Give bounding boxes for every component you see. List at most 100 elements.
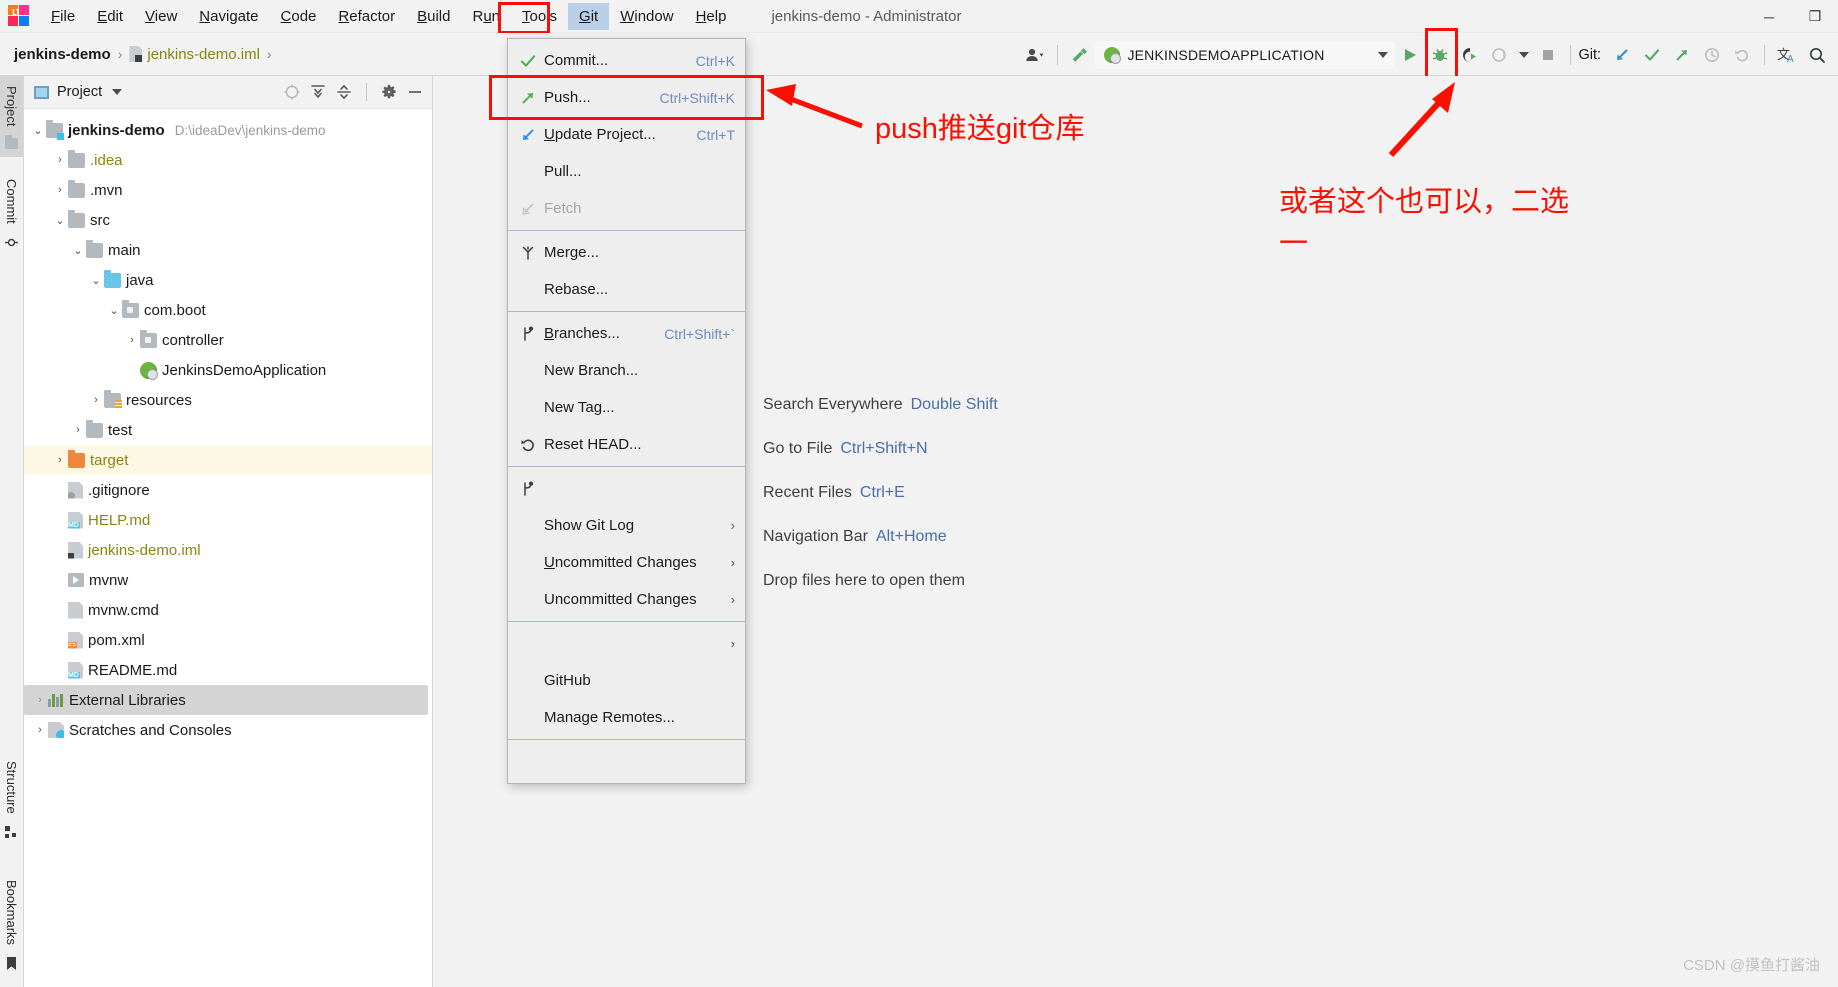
gear-icon[interactable] xyxy=(378,81,400,103)
chevron-right-icon[interactable]: › xyxy=(88,394,104,406)
menu-item-show-git-log[interactable] xyxy=(508,470,745,507)
tree-node-target[interactable]: › target xyxy=(24,445,432,475)
menu-run[interactable]: Run xyxy=(461,3,511,30)
menu-file[interactable]: File xyxy=(40,3,86,30)
chevron-down-icon[interactable] xyxy=(1378,51,1389,58)
menu-item-patch[interactable]: Show Git Log › xyxy=(508,507,745,544)
tree-node-com-boot[interactable]: ⌄ com.boot xyxy=(24,295,432,325)
tree-node-external-libraries[interactable]: › External Libraries xyxy=(24,685,428,715)
tree-node-mvn[interactable]: › .mvn xyxy=(24,175,432,205)
run-with-coverage-button[interactable] xyxy=(1455,40,1485,70)
menu-item-uncommitted-changes[interactable]: Uncommitted Changes › xyxy=(508,544,745,581)
tree-node-scratches-and-consoles[interactable]: › Scratches and Consoles xyxy=(24,715,432,745)
minimize-button[interactable]: ─ xyxy=(1746,0,1792,33)
project-view-chevron-down-icon[interactable] xyxy=(112,89,123,95)
tree-node-mvnw-cmd[interactable]: › mvnw.cmd xyxy=(24,595,432,625)
sidebar-item-structure[interactable]: Structure xyxy=(0,753,23,847)
maximize-button[interactable]: ❐ xyxy=(1792,0,1838,33)
menu-build[interactable]: Build xyxy=(406,3,461,30)
menu-item-new-tag[interactable]: New Tag... xyxy=(508,389,745,426)
chevron-right-icon[interactable]: › xyxy=(52,154,68,166)
git-commit-icon[interactable] xyxy=(1637,40,1667,70)
menu-item-push[interactable]: Push... Ctrl+Shift+K xyxy=(508,79,745,116)
tree-node-src[interactable]: ⌄ src xyxy=(24,205,432,235)
translate-icon[interactable]: 文 A xyxy=(1772,40,1802,70)
chevron-placeholder: › xyxy=(52,514,68,526)
sidebar-item-bookmarks[interactable]: Bookmarks xyxy=(0,872,23,979)
chevron-right-icon[interactable]: › xyxy=(52,454,68,466)
tree-node-pom-xml[interactable]: › <> pom.xml xyxy=(24,625,432,655)
search-icon[interactable] xyxy=(1802,40,1832,70)
tree-node-label: mvnw.cmd xyxy=(88,601,159,619)
chevron-down-icon[interactable]: ⌄ xyxy=(52,214,68,227)
chevron-right-icon[interactable]: › xyxy=(124,334,140,346)
profiler-dropdown-icon[interactable] xyxy=(1515,40,1533,70)
chevron-down-icon[interactable]: ⌄ xyxy=(30,124,46,137)
tree-node-java[interactable]: ⌄ java xyxy=(24,265,432,295)
menu-navigate[interactable]: Navigate xyxy=(188,3,269,30)
menu-item-branches[interactable]: Branches... Ctrl+Shift+` xyxy=(508,315,745,352)
spring-boot-icon xyxy=(1104,46,1122,64)
tree-node-main[interactable]: ⌄ main xyxy=(24,235,432,265)
tree-node-help-md[interactable]: › MD HELP.md xyxy=(24,505,432,535)
breadcrumb-project[interactable]: jenkins-demo xyxy=(14,46,111,63)
breadcrumb-file[interactable]: jenkins-demo.iml xyxy=(147,46,260,63)
chevron-right-icon[interactable]: › xyxy=(70,424,86,436)
menu-git[interactable]: Git xyxy=(568,2,610,30)
tree-node-jenkins-demo[interactable]: ⌄ jenkins-demo D:\ideaDev\jenkins-demo xyxy=(24,115,432,145)
git-push-icon[interactable] xyxy=(1667,40,1697,70)
menu-refactor[interactable]: Refactor xyxy=(327,3,406,30)
run-button[interactable] xyxy=(1395,40,1425,70)
menu-item-vcs-operations[interactable] xyxy=(508,743,745,780)
chevron-down-icon[interactable]: ⌄ xyxy=(88,274,104,287)
tree-node-jenkinsdemoapplication[interactable]: › JenkinsDemoApplication xyxy=(24,355,432,385)
select-opened-file-icon[interactable] xyxy=(281,81,303,103)
tree-node-jenkins-demo-iml[interactable]: › jenkins-demo.iml xyxy=(24,535,432,565)
menu-item-manage-remotes[interactable]: GitHub xyxy=(508,662,745,699)
tree-node-test[interactable]: › test xyxy=(24,415,432,445)
menu-item-current-file[interactable]: Uncommitted Changes › xyxy=(508,581,745,618)
tree-node-readme-md[interactable]: › MD README.md xyxy=(24,655,432,685)
tree-node-gitignore[interactable]: › .gitignore xyxy=(24,475,432,505)
collapse-all-icon[interactable] xyxy=(333,81,355,103)
menu-code[interactable]: Code xyxy=(270,3,328,30)
run-configuration-selector[interactable]: JENKINSDEMOAPPLICATION xyxy=(1095,40,1396,69)
git-update-project-icon[interactable] xyxy=(1607,40,1637,70)
chevron-down-icon[interactable]: ⌄ xyxy=(106,304,122,317)
menu-item-pull[interactable]: Pull... xyxy=(508,153,745,190)
tree-node-controller[interactable]: › controller xyxy=(24,325,432,355)
menu-item-rebase[interactable]: Rebase... xyxy=(508,271,745,308)
menu-edit[interactable]: Edit xyxy=(86,3,134,30)
hide-tool-window-icon[interactable] xyxy=(404,81,426,103)
menu-view[interactable]: View xyxy=(134,3,188,30)
history-icon xyxy=(1697,40,1727,70)
user-account-icon[interactable] xyxy=(1020,40,1050,70)
menu-item-commit[interactable]: Commit... Ctrl+K xyxy=(508,42,745,79)
menu-window[interactable]: Window xyxy=(609,3,684,30)
sidebar-item-project[interactable]: Project xyxy=(0,76,23,158)
menu-item-github[interactable]: › xyxy=(508,625,745,662)
package-icon xyxy=(140,329,157,348)
tree-node-label: src xyxy=(90,211,110,229)
chevron-right-icon[interactable]: › xyxy=(52,184,68,196)
tree-node-mvnw[interactable]: › mvnw xyxy=(24,565,432,595)
chevron-down-icon[interactable]: ⌄ xyxy=(70,244,86,257)
commit-icon xyxy=(4,236,19,249)
menu-item-reset-head[interactable]: Reset HEAD... xyxy=(508,426,745,463)
sidebar-item-commit[interactable]: Commit xyxy=(0,171,23,257)
menu-item-clone[interactable]: Manage Remotes... xyxy=(508,699,745,736)
debug-button[interactable] xyxy=(1425,40,1455,70)
chevron-right-icon[interactable]: › xyxy=(32,694,48,706)
expand-all-icon[interactable] xyxy=(307,81,329,103)
menu-help[interactable]: Help xyxy=(685,3,738,30)
menu-item-update-project[interactable]: Update Project... Ctrl+T xyxy=(508,116,745,153)
build-hammer-icon[interactable] xyxy=(1065,40,1095,70)
menu-item-merge[interactable]: Merge... xyxy=(508,234,745,271)
menu-tools[interactable]: Tools xyxy=(511,3,568,30)
project-tool-window: Project ⌄ jenkins-demo D:\ideaDev\jenkin… xyxy=(24,76,433,987)
tree-node-idea[interactable]: › .idea xyxy=(24,145,432,175)
chevron-right-icon[interactable]: › xyxy=(32,724,48,736)
menu-item-new-branch[interactable]: New Branch... xyxy=(508,352,745,389)
tree-node-resources[interactable]: › resources xyxy=(24,385,432,415)
chevron-right-icon: › xyxy=(730,636,735,651)
